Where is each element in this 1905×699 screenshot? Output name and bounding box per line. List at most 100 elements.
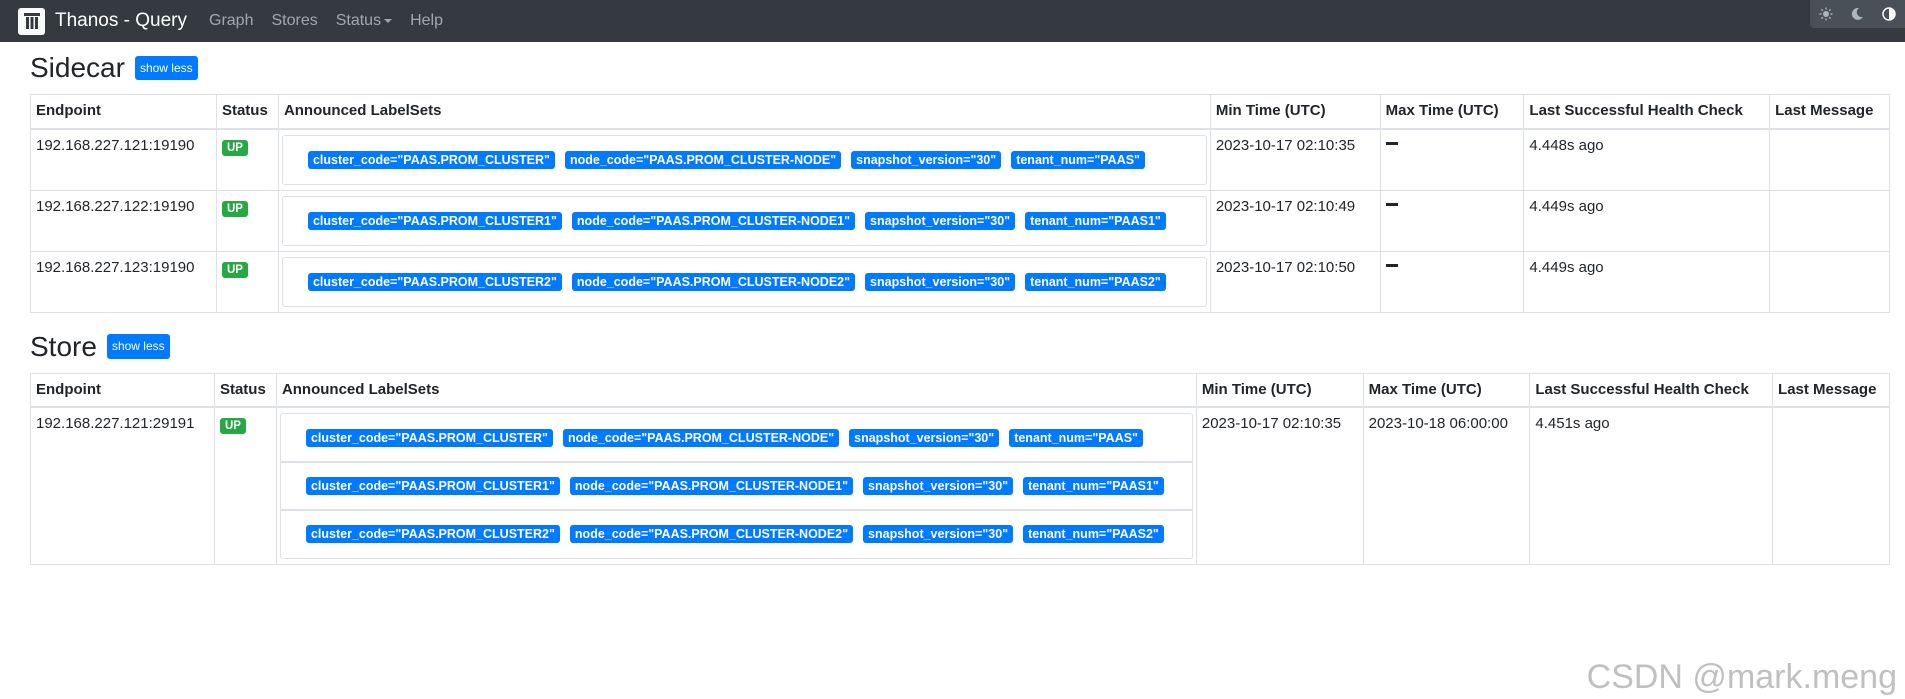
status-cell: UP [215,128,279,191]
col-max-time: Max Time (UTC) [1379,94,1525,130]
col-status: Status [215,94,279,130]
store-table: Endpoint Status Announced LabelSets Min … [30,372,1890,566]
store-section-header: Store show less [30,321,1890,373]
col-min-time: Min Time (UTC) [1195,372,1364,408]
last-message-cell [1769,250,1890,313]
health-check-cell: 4.449s ago [1523,250,1771,313]
label-badge: snapshot_version="30" [865,211,1016,230]
label-badge: tenant_num="PAAS1" [1025,211,1166,230]
label-badge: node_code="PAAS.PROM_CLUSTER-NODE1" [571,211,856,230]
label-badge: snapshot_version="30" [863,525,1014,543]
nav-status-dropdown[interactable]: Status [335,12,393,30]
endpoint-cell: 192.168.227.122:19190 [30,189,217,252]
nav-graph[interactable]: Graph [209,12,253,30]
chevron-down-icon [384,18,393,23]
status-badge: UP [219,418,246,434]
labelset-box: cluster_code="PAAS.PROM_CLUSTER1" node_c… [281,195,1207,246]
labelsets-cell: cluster_code="PAAS.PROM_CLUSTER2" node_c… [277,250,1211,313]
sidecar-title: Sidecar [30,52,125,83]
max-time-cell: 2023-10-18 06:00:00 [1362,406,1531,565]
status-badge: UP [221,261,248,278]
label-badge: tenant_num="PAAS2" [1023,525,1164,543]
col-status: Status [213,372,277,408]
col-last-message: Last Message [1769,94,1890,130]
table-row: 192.168.227.122:19190 UP cluster_code="P… [30,189,1890,252]
last-message-cell [1769,128,1890,191]
status-badge: UP [221,139,248,156]
label-badge: cluster_code="PAAS.PROM_CLUSTER1" [307,211,562,230]
col-labelsets: Announced LabelSets [275,372,1197,408]
col-health-check: Last Successful Health Check [1523,94,1771,130]
table-row: 192.168.227.121:19190 UP cluster_code="P… [30,128,1890,191]
store-title: Store [30,330,97,362]
last-message-cell [1769,189,1890,252]
table-header-row: Endpoint Status Announced LabelSets Min … [30,94,1890,130]
label-badge: node_code="PAAS.PROM_CLUSTER-NODE1" [569,477,854,495]
labelsets-cell: cluster_code="PAAS.PROM_CLUSTER1" node_c… [277,189,1211,252]
col-labelsets: Announced LabelSets [277,94,1211,130]
health-check-cell: 4.449s ago [1523,189,1771,252]
max-time-dash [1385,141,1398,145]
nav-help[interactable]: Help [410,12,443,30]
col-endpoint: Endpoint [30,94,217,130]
health-check-cell: 4.451s ago [1529,406,1774,565]
sidecar-table: Endpoint Status Announced LabelSets Min … [30,94,1890,313]
max-time-cell [1379,189,1525,252]
sidecar-show-less-button[interactable]: show less [134,55,198,81]
min-time-cell: 2023-10-17 02:10:35 [1195,406,1364,565]
watermark-text: CSDN @mark.meng [1586,658,1897,696]
last-message-cell [1772,406,1890,565]
nav-stores[interactable]: Stores [271,12,317,30]
col-last-message: Last Message [1772,372,1890,408]
col-min-time: Min Time (UTC) [1209,94,1381,130]
min-time-cell: 2023-10-17 02:10:35 [1209,128,1381,191]
table-row: 192.168.227.123:19190 UP cluster_code="P… [30,250,1890,313]
max-time-dash [1385,202,1398,206]
min-time-cell: 2023-10-17 02:10:50 [1209,250,1381,313]
label-badge: snapshot_version="30" [851,150,1002,169]
col-health-check: Last Successful Health Check [1529,372,1774,408]
labelsets-cell: cluster_code="PAAS.PROM_CLUSTER" node_co… [275,406,1197,565]
table-row: 192.168.227.121:29191 UP cluster_code="P… [30,406,1890,565]
label-badge: node_code="PAAS.PROM_CLUSTER-NODE" [562,429,840,447]
theme-toggle-group [1810,0,1905,28]
labelset-box: cluster_code="PAAS.PROM_CLUSTER1" node_c… [279,461,1193,511]
max-time-cell [1379,128,1525,191]
label-badge: tenant_num="PAAS2" [1025,272,1166,291]
table-header-row: Endpoint Status Announced LabelSets Min … [30,372,1890,408]
moon-icon[interactable] [1846,3,1868,25]
col-endpoint: Endpoint [30,372,215,408]
labelset-box: cluster_code="PAAS.PROM_CLUSTER" node_co… [281,134,1207,185]
thanos-logo-icon[interactable] [18,7,45,35]
labelset-box: cluster_code="PAAS.PROM_CLUSTER" node_co… [279,413,1193,463]
labelset-stack: cluster_code="PAAS.PROM_CLUSTER" node_co… [279,413,1193,559]
navbar: Thanos - Query Graph Stores Status Help [0,0,1905,42]
endpoint-cell: 192.168.227.121:19190 [30,128,217,191]
label-badge: node_code="PAAS.PROM_CLUSTER-NODE2" [569,525,854,543]
label-badge: tenant_num="PAAS" [1009,429,1143,447]
sidecar-section-header: Sidecar show less [30,42,1890,94]
brand-title[interactable]: Thanos - Query [55,10,187,32]
store-show-less-button[interactable]: show less [106,334,170,359]
labelsets-cell: cluster_code="PAAS.PROM_CLUSTER" node_co… [277,128,1211,191]
labelset-box: cluster_code="PAAS.PROM_CLUSTER2" node_c… [279,509,1193,559]
label-badge: node_code="PAAS.PROM_CLUSTER-NODE" [564,150,842,169]
col-max-time: Max Time (UTC) [1362,372,1531,408]
nav-status-label: Status [335,12,382,29]
label-badge: cluster_code="PAAS.PROM_CLUSTER2" [307,272,562,291]
sun-icon[interactable] [1815,3,1837,25]
contrast-icon[interactable] [1878,3,1900,25]
label-badge: snapshot_version="30" [863,477,1014,495]
label-badge: cluster_code="PAAS.PROM_CLUSTER" [305,429,553,447]
endpoint-cell: 192.168.227.121:29191 [30,406,215,565]
min-time-cell: 2023-10-17 02:10:49 [1209,189,1381,252]
label-badge: cluster_code="PAAS.PROM_CLUSTER2" [305,525,560,543]
status-badge: UP [221,200,248,217]
label-badge: tenant_num="PAAS1" [1023,477,1164,495]
label-badge: snapshot_version="30" [865,272,1016,291]
labelset-box: cluster_code="PAAS.PROM_CLUSTER2" node_c… [281,256,1207,307]
max-time-cell [1379,250,1525,313]
max-time-dash [1385,263,1398,267]
label-badge: node_code="PAAS.PROM_CLUSTER-NODE2" [571,272,856,291]
label-badge: cluster_code="PAAS.PROM_CLUSTER1" [305,477,560,495]
